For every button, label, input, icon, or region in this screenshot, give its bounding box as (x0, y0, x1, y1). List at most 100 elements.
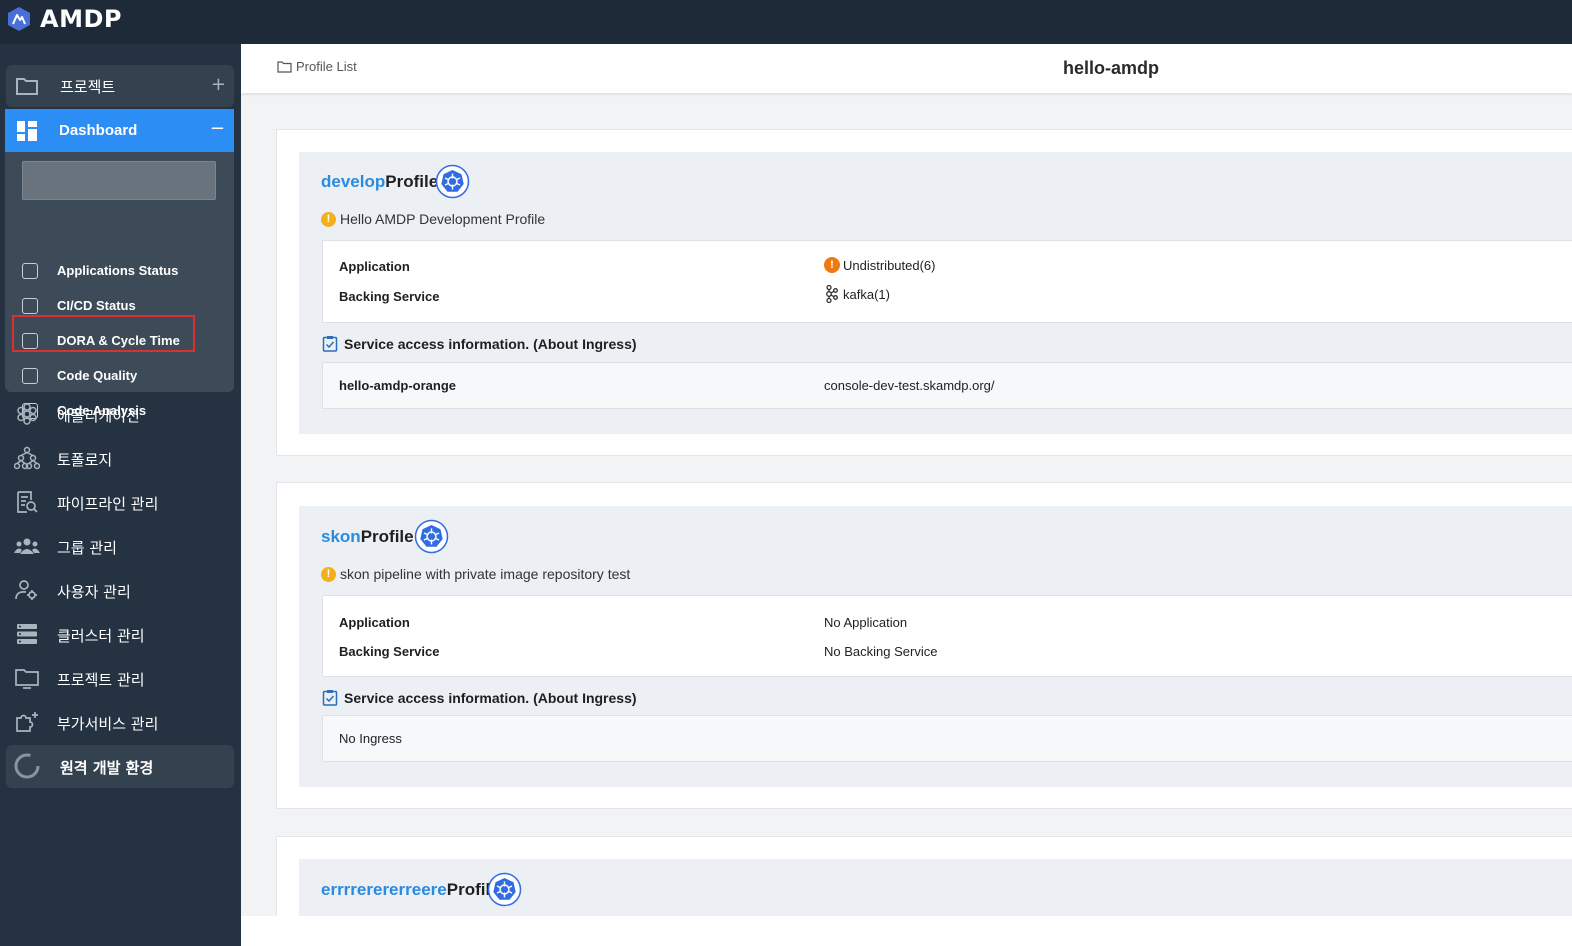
sidebar-item-pipeline[interactable]: 파이프라인 관리 (0, 482, 241, 522)
checkbox[interactable] (22, 298, 38, 314)
addon-service-icon (16, 712, 38, 732)
dashboard-item-label: CI/CD Status (57, 298, 136, 313)
ingress-url-link[interactable]: console-dev-test.skamdp.org/ (824, 378, 995, 393)
sidebar-item-topology[interactable]: 토폴로지 (0, 438, 241, 478)
warning-icon: ! (321, 211, 336, 227)
profile-panel: errrrerererreereProfile (299, 859, 1572, 916)
service-access-title: Service access information. (About Ingre… (322, 689, 637, 706)
collapse-icon[interactable]: − (210, 118, 225, 139)
sidebar-item-label: 토폴로지 (57, 451, 113, 469)
profile-name-prefix: errrrerererreere (321, 880, 447, 899)
dashboard-item-label: Code Quality (57, 368, 138, 383)
checkbox[interactable] (22, 368, 38, 384)
no-ingress-text: No Ingress (339, 731, 402, 746)
sidebar: 프로젝트 + Dashboard − Applications Status C… (0, 44, 241, 946)
profile-panel: developProfile ! Hello AMDP Development … (299, 152, 1572, 434)
profile-card: errrrerererreereProfile (276, 836, 1572, 916)
application-value[interactable]: ! Undistributed(6) (824, 257, 936, 273)
expand-icon[interactable]: + (211, 74, 226, 95)
application-icon (17, 403, 37, 425)
application-value-text: Undistributed(6) (843, 257, 936, 273)
warning-icon: ! (321, 566, 336, 582)
sidebar-item-group[interactable]: 그룹 관리 (0, 526, 241, 566)
sidebar-item-label: 파이프라인 관리 (57, 495, 159, 513)
checkbox[interactable] (22, 263, 38, 279)
kubernetes-icon[interactable] (414, 519, 449, 554)
sidebar-item-label: 사용자 관리 (57, 583, 131, 601)
backing-service-label: Backing Service (339, 644, 440, 659)
sidebar-item-label: 원격 개발 환경 (60, 759, 154, 777)
dashboard-item-applications-status[interactable]: Applications Status (5, 256, 234, 286)
dashboard-item-code-quality[interactable]: Code Quality (5, 361, 234, 391)
sidebar-item-label: 그룹 관리 (57, 539, 117, 557)
sidebar-item-user[interactable]: 사용자 관리 (0, 570, 241, 610)
profile-panel: skonProfile ! skon pipeline with private… (299, 506, 1572, 787)
sidebar-item-dashboard[interactable]: Dashboard − (5, 109, 234, 152)
profile-name-suffix: Profile (360, 527, 414, 546)
main-content: Profile List hello-amdp developProfile !… (241, 44, 1572, 916)
kafka-icon (826, 285, 838, 303)
backing-service-value[interactable]: kafka(1) (824, 285, 890, 303)
application-label: Application (339, 259, 410, 274)
backing-service-value: No Backing Service (824, 644, 938, 659)
project-monitor-icon (15, 669, 39, 689)
sidebar-item-application[interactable]: 애플리케이션 (0, 394, 241, 434)
ingress-row: hello-amdp-orange console-dev-test.skamd… (322, 362, 1572, 409)
profile-description: ! skon pipeline with private image repos… (321, 566, 630, 582)
dashboard-item-label: Applications Status (57, 263, 179, 278)
page-title: hello-amdp (1063, 58, 1160, 78)
profile-card: skonProfile ! skon pipeline with private… (276, 482, 1572, 809)
profile-description-text: Hello AMDP Development Profile (340, 211, 546, 227)
cluster-icon (17, 624, 37, 644)
folder-icon (16, 78, 38, 95)
profile-name-suffix: Profile (385, 172, 439, 191)
content-header: Profile List hello-amdp (241, 44, 1572, 93)
sidebar-item-remote-dev[interactable]: 원격 개발 환경 (6, 745, 234, 788)
profile-info-box: Application ! Undistributed(6) Backing S… (322, 240, 1572, 323)
profile-title: developProfile (321, 172, 438, 192)
dashboard-search-input[interactable] (22, 161, 216, 200)
topology-icon (14, 446, 40, 470)
profile-title: errrrerererreereProfile (321, 880, 500, 900)
amdp-logo-icon (8, 7, 30, 31)
ingress-row: No Ingress (322, 715, 1572, 762)
breadcrumb-label: Profile List (296, 59, 357, 74)
application-label: Application (339, 615, 410, 630)
profile-name-prefix: skon (321, 527, 361, 546)
dashboard-icon (17, 121, 37, 141)
sidebar-item-addon-service[interactable]: 부가서비스 관리 (0, 702, 241, 742)
folder-icon (277, 61, 292, 73)
user-settings-icon (15, 580, 37, 600)
kubernetes-icon[interactable] (435, 164, 470, 199)
sidebar-item-cluster[interactable]: 클러스터 관리 (0, 614, 241, 654)
profile-info-box: Application No Application Backing Servi… (322, 595, 1572, 677)
service-access-title-text: Service access information. (About Ingre… (344, 335, 637, 352)
sidebar-item-label: 애플리케이션 (57, 407, 140, 425)
top-bar: AMDP (0, 0, 1572, 44)
service-access-title-text: Service access information. (About Ingre… (344, 689, 637, 706)
clipboard-check-icon (322, 690, 338, 706)
clipboard-check-icon (322, 336, 338, 352)
backing-service-value-text: kafka(1) (843, 286, 890, 302)
profile-description: ! Hello AMDP Development Profile (321, 211, 545, 227)
sidebar-item-label: 부가서비스 관리 (57, 715, 159, 733)
profile-name-prefix: develop (321, 172, 386, 191)
backing-service-label: Backing Service (339, 289, 440, 304)
bottom-strip (241, 916, 1572, 946)
ingress-name: hello-amdp-orange (339, 378, 457, 393)
sidebar-item-label: 프로젝트 관리 (57, 671, 145, 689)
sidebar-item-label: 클러스터 관리 (57, 627, 145, 645)
sidebar-item-project-management[interactable]: 프로젝트 관리 (0, 658, 241, 698)
profile-card: developProfile ! Hello AMDP Development … (276, 129, 1572, 456)
profile-title: skonProfile (321, 527, 414, 547)
group-icon (14, 538, 40, 554)
highlight-box (12, 315, 195, 352)
loading-ring-icon (14, 753, 40, 779)
sidebar-item-project[interactable]: 프로젝트 + (6, 65, 234, 107)
sidebar-item-label: 프로젝트 (60, 78, 116, 96)
profile-description-text: skon pipeline with private image reposit… (340, 566, 631, 582)
sidebar-item-label: Dashboard (59, 122, 138, 139)
breadcrumb[interactable]: Profile List (277, 59, 357, 74)
alert-icon: ! (824, 257, 840, 273)
kubernetes-icon[interactable] (487, 872, 522, 907)
